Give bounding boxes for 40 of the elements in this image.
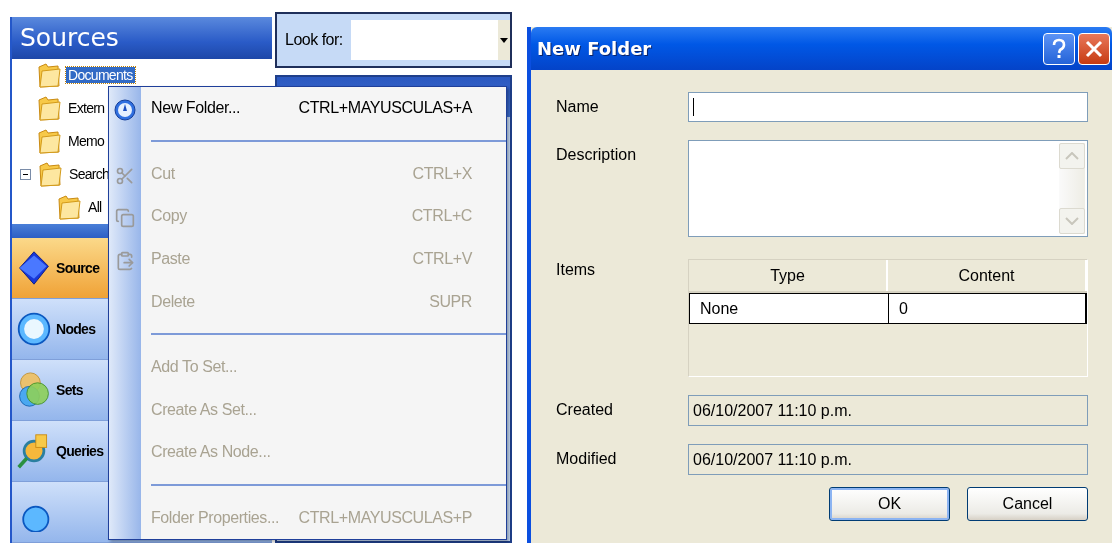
column-header[interactable]: Type	[689, 260, 888, 291]
folder-icon	[56, 193, 82, 222]
close-icon	[1085, 39, 1103, 58]
help-icon	[1051, 37, 1067, 60]
scissors-icon	[115, 165, 135, 186]
dialog-button[interactable]: Cancel	[967, 487, 1088, 521]
column-header[interactable]: Content	[888, 260, 1087, 291]
date-field: 06/10/2007 11:10 p.m.	[688, 444, 1088, 475]
field-label: Description	[556, 145, 638, 164]
window-title: New Folder	[537, 38, 653, 59]
table-cell: 0	[889, 294, 1086, 323]
copy-icon	[115, 208, 135, 229]
folder-icon	[36, 61, 62, 90]
tree-item[interactable]: All	[86, 199, 104, 216]
tree-item[interactable]: Extern	[66, 100, 107, 117]
close-button[interactable]	[1078, 32, 1110, 65]
dropdown-arrow-icon	[500, 37, 508, 43]
folder-icon	[37, 160, 63, 189]
compass-icon	[114, 99, 136, 121]
name-field[interactable]	[688, 92, 1088, 122]
description-field[interactable]	[688, 140, 1088, 237]
field-label: Name	[556, 97, 600, 116]
tree-item[interactable]: Documents	[66, 67, 135, 84]
default-button[interactable]: OK	[829, 487, 950, 521]
menu-item[interactable]: New Folder... CTRL+MAYUSCULAS+A	[109, 87, 506, 130]
scrollbar[interactable]	[1059, 143, 1085, 234]
date-field: 06/10/2007 11:10 p.m.	[688, 395, 1088, 426]
table-cell: None	[690, 294, 889, 323]
search-field[interactable]	[350, 20, 510, 60]
panel-title: Sources	[12, 17, 272, 59]
tree-item[interactable]: Memo	[66, 133, 107, 150]
field-label: Modified	[556, 449, 618, 468]
folder-icon	[36, 94, 62, 123]
paste-icon	[115, 250, 135, 271]
help-button[interactable]	[1043, 32, 1075, 65]
field-label: Items	[556, 260, 597, 279]
field-label: Created	[556, 400, 614, 419]
folder-icon	[36, 127, 62, 156]
collapse-toggle[interactable]	[20, 168, 31, 180]
search-label: Look for:	[285, 31, 343, 49]
